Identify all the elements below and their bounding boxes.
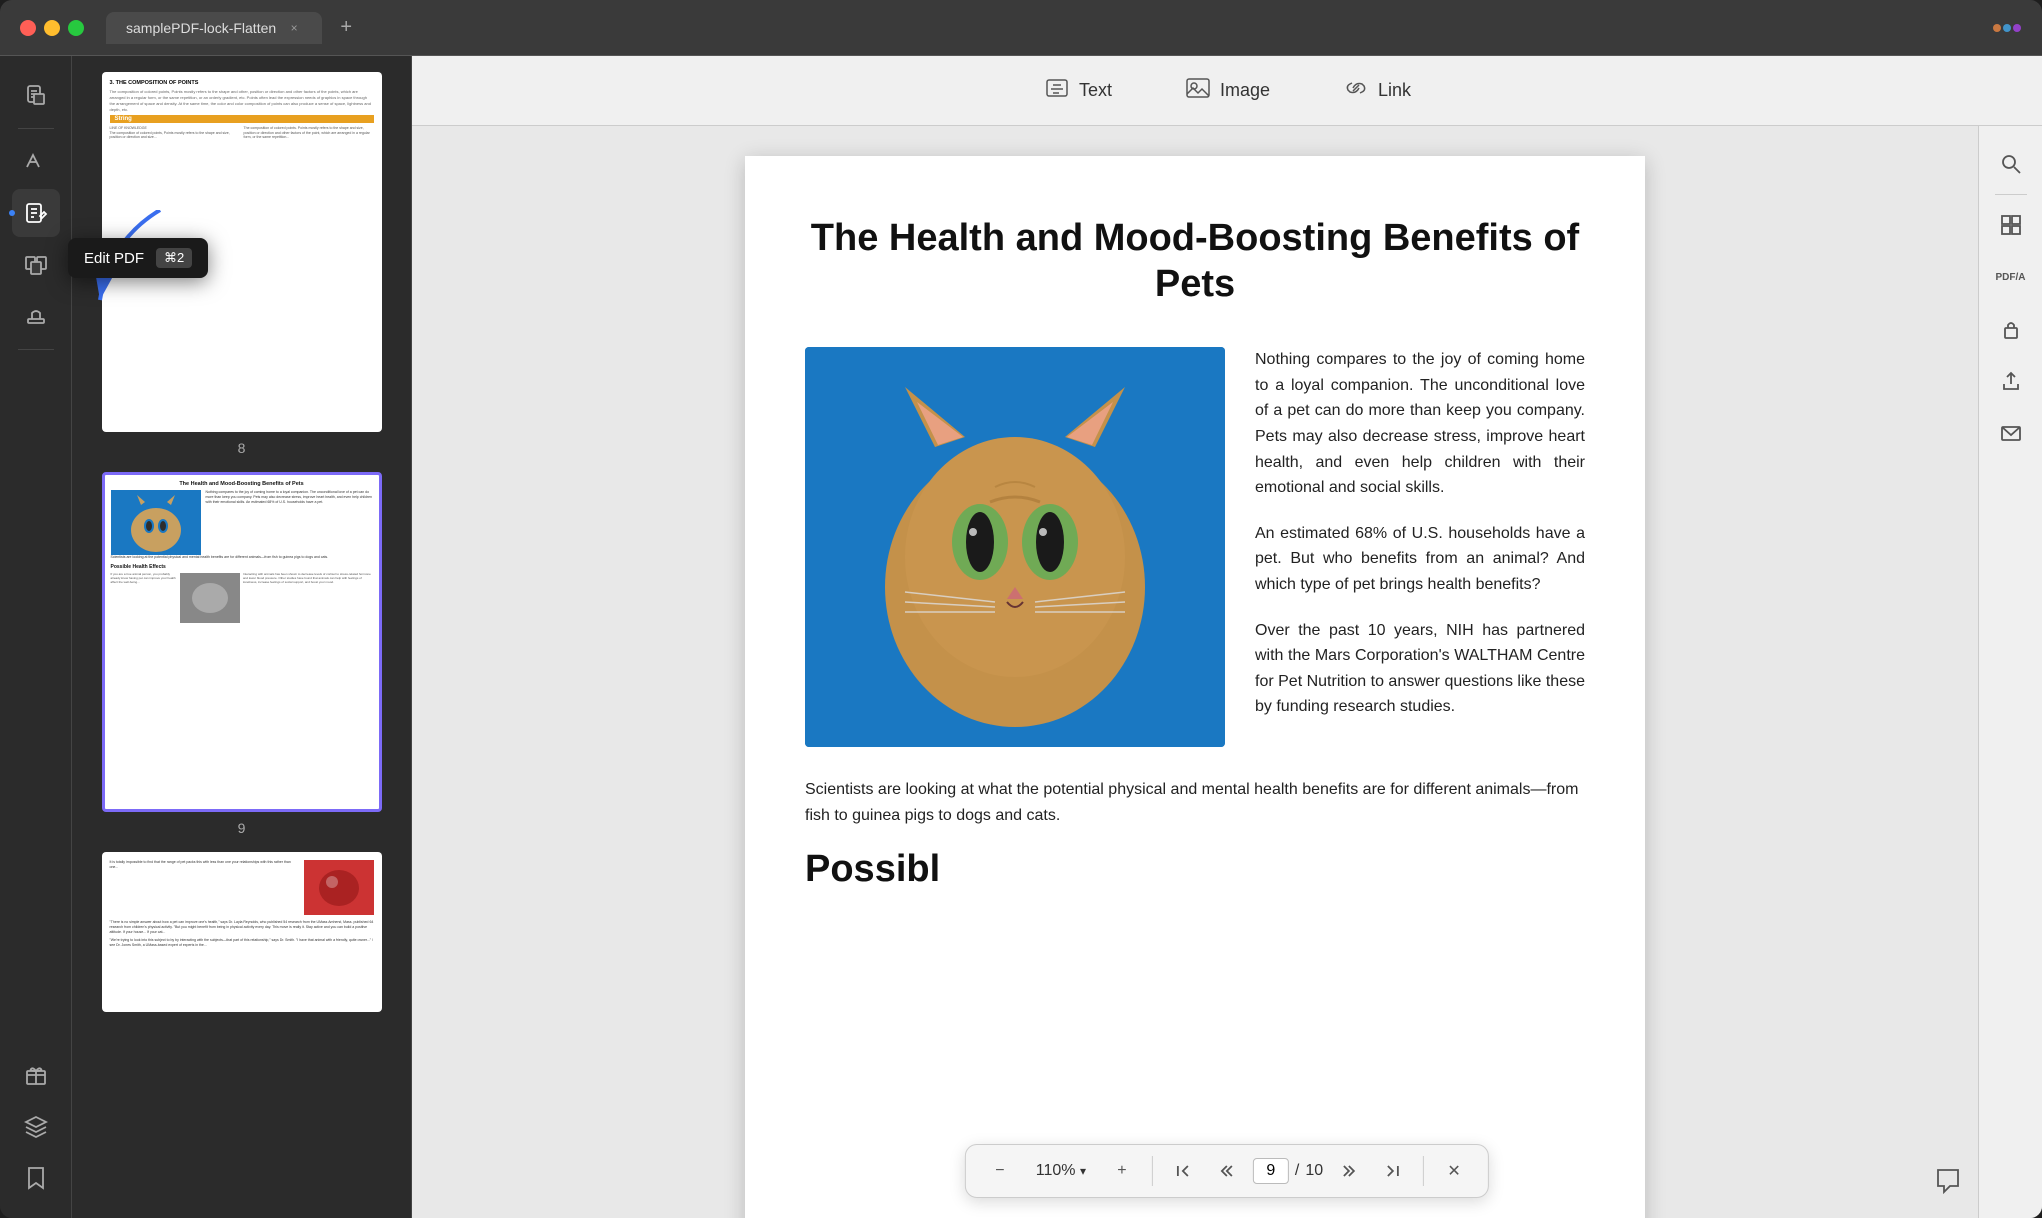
thumb9-title: The Health and Mood-Boosting Benefits of…	[111, 481, 373, 487]
last-page-button[interactable]	[1375, 1153, 1411, 1189]
thumb8-col2: The composition of colored points. Point…	[244, 126, 374, 140]
image-tool-label: Image	[1220, 80, 1270, 101]
bottom-text: Scientists are looking at what the poten…	[805, 777, 1585, 828]
app-window: samplePDF-lock-Flatten × +	[0, 0, 2042, 1218]
next-page-button[interactable]	[1331, 1153, 1367, 1189]
zoom-minus-button[interactable]: −	[982, 1153, 1018, 1189]
sidebar-divider-2	[18, 349, 54, 350]
close-icon: ✕	[1447, 1161, 1460, 1181]
tooltip-label: Edit PDF	[84, 250, 144, 267]
pdf-a-label: PDF/A	[1996, 272, 2026, 283]
sidebar-item-layers[interactable]	[12, 1102, 60, 1150]
paragraph2: An estimated 68% of U.S. households have…	[1255, 521, 1585, 598]
sidebar-item-bookmark[interactable]	[12, 1154, 60, 1202]
main-area: 3. THE COMPOSITION OF POINTS The composi…	[0, 56, 2042, 1218]
page-body: Nothing compares to the joy of coming ho…	[805, 347, 1585, 747]
paragraph3: Over the past 10 years, NIH has partnere…	[1255, 618, 1585, 720]
page-text-column: Nothing compares to the joy of coming ho…	[1255, 347, 1585, 747]
share-button[interactable]	[1989, 359, 2033, 403]
text-tool-label: Text	[1079, 80, 1112, 101]
thumb8-string-label: String	[110, 115, 374, 123]
titlebar: samplePDF-lock-Flatten × +	[0, 0, 2042, 56]
edit-pdf-tooltip: Edit PDF ⌘2	[72, 238, 208, 278]
zoom-chevron-icon: ▾	[1080, 1164, 1086, 1178]
sidebar-item-gift[interactable]	[12, 1050, 60, 1098]
paragraph1: Nothing compares to the joy of coming ho…	[1255, 347, 1585, 501]
thumb8-text1: The composition of colored points, Point…	[110, 89, 374, 113]
page-title: The Health and Mood-Boosting Benefits of…	[805, 216, 1585, 307]
nav-divider-1	[1152, 1156, 1153, 1186]
right-sidebar-divider-1	[1995, 194, 2027, 195]
image-icon	[1184, 74, 1212, 108]
link-icon	[1342, 74, 1370, 108]
window-icon	[1992, 19, 2022, 37]
thumbnail-page9-number: 9	[238, 820, 246, 836]
link-tool-button[interactable]: Link	[1326, 66, 1427, 116]
sidebar-item-highlight[interactable]	[12, 137, 60, 185]
zoom-display: 110% ▾	[1026, 1162, 1096, 1180]
sidebar-item-document[interactable]	[12, 72, 60, 120]
scan-document-button[interactable]	[1989, 203, 2033, 247]
new-tab-button[interactable]: +	[332, 14, 360, 42]
zoom-minus-icon: −	[995, 1162, 1004, 1180]
pdf-a-button[interactable]: PDF/A	[1989, 255, 2033, 299]
sidebar-divider-1	[18, 128, 54, 129]
protected-button[interactable]	[1989, 307, 2033, 351]
thumbnail-page9-image: The Health and Mood-Boosting Benefits of…	[102, 472, 382, 812]
maximize-button[interactable]	[68, 20, 84, 36]
pdf-scroll-area[interactable]: The Health and Mood-Boosting Benefits of…	[412, 126, 1978, 1218]
prev-page-button[interactable]	[1209, 1153, 1245, 1189]
thumb9-lower-section: Scientists are looking at the potential …	[111, 555, 373, 623]
link-tool-label: Link	[1378, 80, 1411, 101]
right-sidebar: PDF/A	[1978, 126, 2042, 1218]
thumb8-col1: LINE OF KNOWLEDGE The composition of col…	[110, 126, 240, 140]
page-input[interactable]: 9	[1253, 1158, 1289, 1184]
zoom-plus-button[interactable]: +	[1104, 1153, 1140, 1189]
tooltip-shortcut: ⌘2	[156, 248, 192, 268]
close-button[interactable]	[20, 20, 36, 36]
nav-divider-2	[1423, 1156, 1424, 1186]
page-separator: /	[1295, 1162, 1299, 1180]
thumbnail-page8-number: 8	[238, 440, 246, 456]
left-sidebar	[0, 56, 72, 1218]
traffic-lights	[20, 20, 84, 36]
possible-section-header: Possibl	[805, 848, 1585, 891]
thumbnail-page10-image: It is totally impossible to find that th…	[102, 852, 382, 1012]
chat-button[interactable]	[1926, 1158, 1970, 1202]
thumbnail-panel: 3. THE COMPOSITION OF POINTS The composi…	[72, 56, 412, 1218]
thumb8-title: 3. THE COMPOSITION OF POINTS	[110, 80, 374, 86]
page-display: 9 / 10	[1253, 1158, 1323, 1184]
search-panel-button[interactable]	[1989, 142, 2033, 186]
thumbnail-page9[interactable]: The Health and Mood-Boosting Benefits of…	[92, 472, 392, 836]
zoom-plus-icon: +	[1117, 1162, 1126, 1180]
bottom-navigation: − 110% ▾ +	[965, 1144, 1489, 1198]
tab-title: samplePDF-lock-Flatten	[126, 20, 276, 36]
pdf-page: The Health and Mood-Boosting Benefits of…	[745, 156, 1645, 1218]
mail-button[interactable]	[1989, 411, 2033, 455]
sidebar-item-stamp[interactable]	[12, 293, 60, 341]
active-tab[interactable]: samplePDF-lock-Flatten ×	[106, 12, 322, 44]
text-icon	[1043, 74, 1071, 108]
first-page-button[interactable]	[1165, 1153, 1201, 1189]
top-toolbar: Text Image	[412, 56, 2042, 126]
zoom-value: 110%	[1036, 1162, 1076, 1179]
close-bottom-bar-button[interactable]: ✕	[1436, 1153, 1472, 1189]
total-pages-display: 10	[1305, 1162, 1323, 1180]
image-tool-button[interactable]: Image	[1168, 66, 1286, 116]
sidebar-item-pages[interactable]	[12, 241, 60, 289]
tab-close-button[interactable]: ×	[286, 20, 302, 36]
minimize-button[interactable]	[44, 20, 60, 36]
content-area: Text Image	[412, 56, 2042, 1218]
sidebar-item-edit-pdf[interactable]	[12, 189, 60, 237]
thumb9-cat-image	[111, 490, 201, 555]
thumb10-text3: "We're trying to look into this subject …	[110, 938, 374, 948]
thumb10-text2: "There is no simple answer about how a p…	[110, 920, 374, 935]
active-indicator	[9, 210, 15, 216]
thumbnail-page10[interactable]: It is totally impossible to find that th…	[92, 852, 392, 1012]
text-tool-button[interactable]: Text	[1027, 66, 1128, 116]
cat-photo	[805, 347, 1225, 747]
possible-label: Possibl	[805, 848, 940, 890]
